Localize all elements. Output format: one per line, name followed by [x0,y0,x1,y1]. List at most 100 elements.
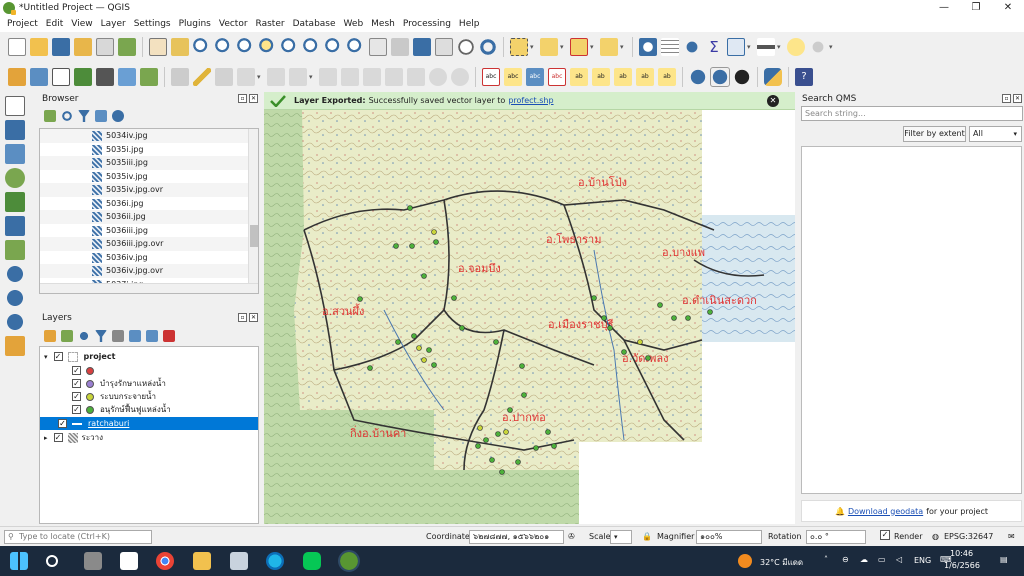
cut-features-icon[interactable] [363,68,381,86]
field-calc-icon[interactable] [727,38,745,56]
add-feature-icon[interactable] [237,68,255,86]
label-rotate-icon[interactable]: ab [614,68,632,86]
layer-ratchaburi[interactable]: ✓ ratchaburi [40,417,258,430]
menu-project[interactable]: Project [3,19,42,29]
lock-icon[interactable]: 🔒 [642,532,652,541]
new-shapefile-icon[interactable] [52,68,70,86]
language-indicator[interactable]: ENG [914,556,931,565]
windows-start-icon[interactable] [10,552,28,570]
copy-features-icon[interactable] [385,68,403,86]
settings-gear-icon[interactable] [809,38,827,56]
add-spatialite-icon[interactable] [5,240,25,260]
layer-group-rawang[interactable]: ▸ ✓ ระวาง [44,431,103,444]
crs-button[interactable]: EPSG:32647 [944,532,993,541]
menu-database[interactable]: Database [289,19,340,29]
chevron-down-icon[interactable]: ▾ [530,38,538,56]
bookmarks-panel-icon[interactable] [435,38,453,56]
layer-group-project[interactable]: ▾ ✓ project [44,350,115,363]
rotation-field[interactable]: ๐.๐ ° [806,530,866,544]
new-spatialite-icon[interactable] [74,68,92,86]
zoom-last-icon[interactable] [325,38,343,56]
filter-icon[interactable] [78,110,90,122]
chevron-down-icon[interactable]: ▾ [620,38,628,56]
map-render[interactable]: อ.บ้านโป่ง อ.โพธาราม อ.บางแพ อ.จอมบึง อ.… [264,110,795,524]
refresh-icon[interactable] [479,38,497,56]
chrome-icon[interactable] [156,552,174,570]
chevron-down-icon[interactable]: ▾ [829,38,837,56]
menu-mesh[interactable]: Mesh [367,19,399,29]
edits-icon[interactable] [171,68,189,86]
chevron-right-icon[interactable]: ▸ [44,434,48,442]
new-geopackage-icon[interactable] [30,68,48,86]
minimize-button[interactable]: — [928,0,960,16]
close-message-icon[interactable]: ✕ [767,95,779,107]
zoom-in-icon[interactable] [193,38,211,56]
zoom-native-icon[interactable] [303,38,321,56]
pan-icon[interactable] [149,38,167,56]
list-item[interactable]: 5036iii.jpg [40,224,258,238]
menu-raster[interactable]: Raster [252,19,289,29]
menu-web[interactable]: Web [340,19,368,29]
undo-icon[interactable] [429,68,447,86]
menu-edit[interactable]: Edit [42,19,67,29]
list-item[interactable]: 5036iv.jpg [40,251,258,265]
zoom-out-icon[interactable] [215,38,233,56]
chevron-down-icon[interactable]: ▾ [309,68,317,86]
notification-icon[interactable]: ▤ [1000,555,1008,564]
locator-input[interactable]: ⚲ Type to locate (Ctrl+K) [4,530,152,544]
layer-checkbox[interactable]: ✓ [53,433,63,442]
line-app-icon[interactable] [303,552,321,570]
filter-legend-icon[interactable] [95,330,107,342]
list-item[interactable]: 5036iv.jpg.ovr [40,264,258,278]
browser-hscroll[interactable] [40,283,258,293]
qgis-taskbar-icon[interactable] [338,550,360,572]
chevron-down-icon[interactable]: ▾ [560,38,568,56]
add-vector-layer-icon[interactable] [5,96,25,116]
label-toolbar-icon[interactable]: abc [504,68,522,86]
print-layout-icon[interactable] [96,38,114,56]
qms-type-select[interactable]: All ▾ [969,126,1022,142]
layer-checkbox[interactable]: ✓ [72,392,81,401]
filter-by-extent-button[interactable]: Filter by extent [903,126,966,142]
bookmark-icon[interactable] [413,38,431,56]
qms-results-list[interactable] [801,146,1022,494]
list-item[interactable]: 5036iii.jpg.ovr [40,237,258,251]
add-vector-icon[interactable] [140,68,158,86]
list-item[interactable]: 5036i.jpg [40,197,258,211]
close-panel-icon[interactable]: ✕ [249,313,258,322]
new-3d-view-icon[interactable] [391,38,409,56]
qms-globe-icon[interactable] [689,68,707,86]
save-edits-icon[interactable] [215,68,233,86]
chevron-down-icon[interactable]: ▾ [590,38,598,56]
browser-tree[interactable]: 5034iv.jpg 5035i.jpg 5035iii.jpg 5035iv.… [39,128,259,294]
remove-layer-icon[interactable] [163,330,175,342]
chevron-down-icon[interactable]: ▾ [747,38,755,56]
statistics-sigma-icon[interactable]: Σ [705,38,723,56]
add-postgis-icon[interactable] [5,216,25,236]
redo-icon[interactable] [451,68,469,86]
float-panel-icon[interactable]: ▫ [238,94,247,103]
chevron-down-icon[interactable]: ▾ [257,68,265,86]
clock-date[interactable]: 1/6/2566 [944,561,980,570]
attribute-table-icon[interactable] [661,38,679,56]
menu-vector[interactable]: Vector [215,19,252,29]
add-group-icon[interactable] [61,330,73,342]
menu-settings[interactable]: Settings [130,19,175,29]
label-props-icon[interactable]: ab [658,68,676,86]
layers-tree[interactable]: ▾ ✓ project ✓ ✓ บำรุงรักษาแหล่งน้ำ ✓ ระบ… [39,346,259,524]
add-delimited-text-icon[interactable] [5,168,25,188]
zoom-full-icon[interactable] [237,38,255,56]
menu-layer[interactable]: Layer [97,19,130,29]
map-canvas[interactable]: อ.บ้านโป่ง อ.โพธาราม อ.บางแพ อ.จอมบึง อ.… [264,110,795,524]
list-item[interactable]: 5035i.jpg [40,143,258,157]
messages-icon[interactable]: ✉ [1008,532,1015,541]
add-wcs-icon[interactable] [5,312,25,332]
menu-plugins[interactable]: Plugins [175,19,215,29]
delete-selected-icon[interactable] [341,68,359,86]
qms-search-icon[interactable] [710,67,730,87]
add-selected-icon[interactable] [44,110,56,122]
sublayer-row[interactable]: ✓ อนุรักษ์ฟื้นฟูแหล่งน้ำ [72,403,171,416]
list-item[interactable]: 5034iv.jpg [40,129,258,143]
extent-toggle-icon[interactable]: ✇ [568,532,575,541]
add-gpx-icon[interactable] [5,192,25,212]
